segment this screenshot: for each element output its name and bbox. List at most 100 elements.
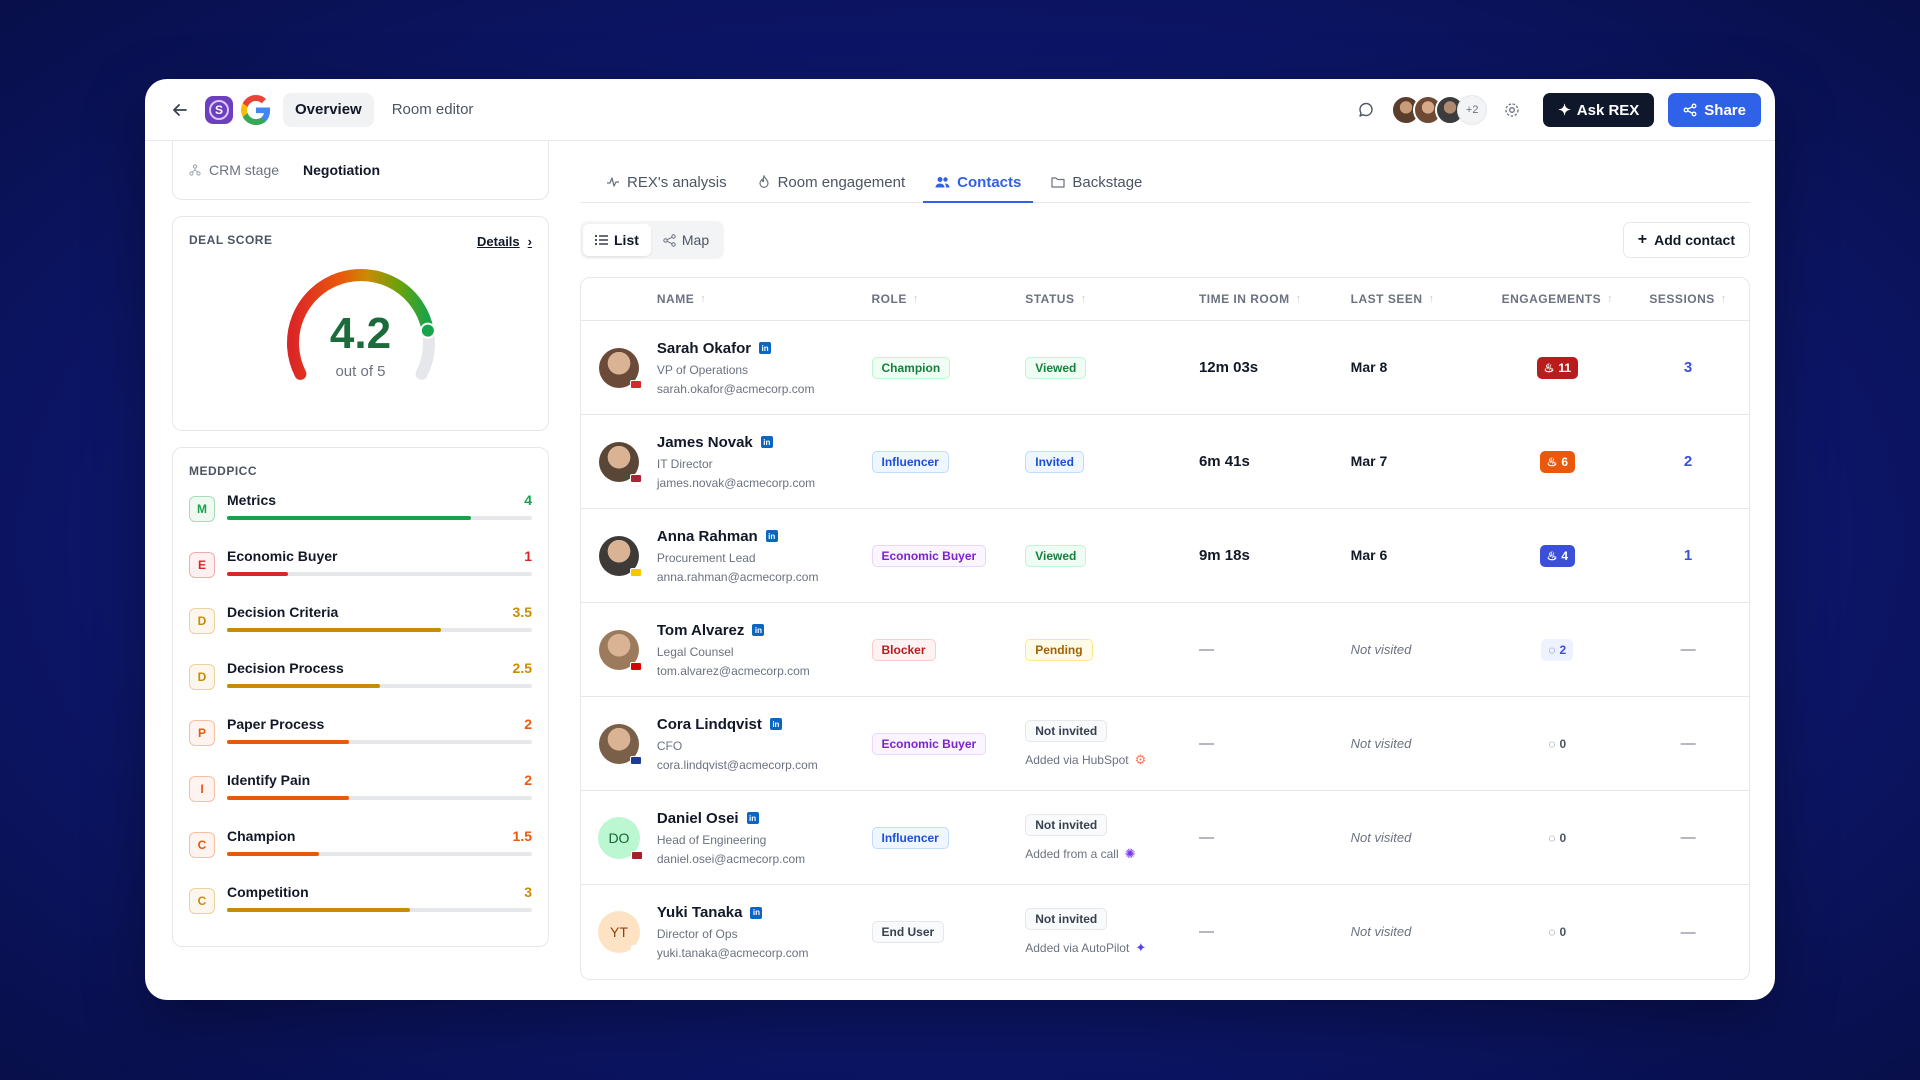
linkedin-icon[interactable]: in: [759, 342, 772, 354]
contact-name[interactable]: James Novak: [657, 434, 753, 451]
table-row[interactable]: Anna Rahman in Procurement Lead anna.rah…: [581, 509, 1749, 603]
status-badge: Pending: [1025, 638, 1093, 661]
country-flag-icon: [629, 567, 642, 577]
engagement-badge[interactable]: ♨ 6: [1539, 450, 1576, 473]
tab-contacts[interactable]: Contacts: [923, 162, 1034, 203]
contact-name[interactable]: Sarah Okafor: [657, 340, 751, 357]
list-view-button[interactable]: List: [583, 224, 651, 256]
collaborator-avatars[interactable]: +2: [1391, 95, 1488, 125]
engagement-badge[interactable]: ◌ 0: [1541, 921, 1573, 943]
status-cell: Not invited Added via AutoPilot ✦: [1025, 908, 1199, 956]
country-flag-icon: [630, 945, 643, 954]
add-contact-button[interactable]: + Add contact: [1622, 222, 1750, 258]
time-cell: —: [1199, 735, 1351, 753]
table-row[interactable]: YT Yuki Tanaka in Director of Ops yuki.t…: [581, 885, 1749, 979]
column-header-name[interactable]: NAME ↑: [657, 292, 872, 306]
table-row[interactable]: Cora Lindqvist in CFO cora.lindqvist@acm…: [581, 697, 1749, 791]
linkedin-icon[interactable]: in: [746, 812, 759, 824]
sessions-count[interactable]: 1: [1684, 547, 1692, 564]
column-header-last-seen[interactable]: LAST SEEN ↑: [1351, 292, 1488, 306]
meddpicc-row[interactable]: M Metrics 4: [189, 490, 532, 546]
tab-backstage[interactable]: Backstage: [1039, 162, 1154, 202]
engagement-badge[interactable]: ◌ 0: [1541, 733, 1573, 755]
table-row[interactable]: DO Daniel Osei in Head of Engineering da…: [581, 791, 1749, 885]
role-badge[interactable]: Blocker: [871, 638, 936, 661]
deal-score-card: DEAL SCORE Details › 4.2 out of 5: [172, 216, 549, 431]
avatar: [598, 629, 642, 671]
tab-rex-analysis[interactable]: REX's analysis: [594, 162, 739, 202]
column-header-role[interactable]: ROLE ↑: [872, 292, 1026, 306]
share-button[interactable]: Share: [1668, 93, 1761, 127]
meddpicc-row[interactable]: C Competition 3: [189, 882, 532, 938]
flame-outline-icon: ◌: [1548, 925, 1556, 939]
engagements-cell: ◌ 0: [1487, 921, 1627, 943]
linkedin-icon[interactable]: in: [769, 718, 782, 730]
meddpicc-progress-track: [227, 796, 532, 800]
role-badge[interactable]: End User: [871, 921, 945, 943]
contact-name[interactable]: Cora Lindqvist: [657, 716, 762, 733]
time-in-room: 12m 03s: [1198, 358, 1259, 376]
meddpicc-row[interactable]: P Paper Process 2: [189, 714, 532, 770]
meddpicc-list: M Metrics 4 E Economic Buyer 1 D Decisio…: [189, 490, 532, 938]
linkedin-icon[interactable]: in: [760, 436, 773, 448]
role-badge[interactable]: Economic Buyer: [871, 732, 987, 755]
role-badge[interactable]: Influencer: [871, 826, 949, 849]
contact-name[interactable]: Anna Rahman: [657, 528, 758, 545]
meddpicc-row[interactable]: I Identify Pain 2: [189, 770, 532, 826]
column-header-engagements[interactable]: ENGAGEMENTS ↑: [1487, 292, 1627, 306]
sessions-count[interactable]: 3: [1684, 359, 1692, 376]
comment-icon[interactable]: [1351, 95, 1381, 125]
contact-name[interactable]: Tom Alvarez: [657, 622, 745, 639]
table-row[interactable]: Tom Alvarez in Legal Counsel tom.alvarez…: [581, 603, 1749, 697]
linkedin-icon[interactable]: in: [750, 906, 763, 919]
engagement-badge[interactable]: ◌ 2: [1541, 638, 1574, 661]
linkedin-icon[interactable]: in: [752, 624, 765, 636]
contact-title: CFO: [656, 738, 683, 753]
back-arrow-icon[interactable]: [167, 97, 193, 123]
engagement-badge[interactable]: ◌ 0: [1541, 827, 1573, 849]
meddpicc-progress-fill: [227, 516, 471, 520]
meddpicc-row[interactable]: C Champion 1.5: [189, 826, 532, 882]
contact-title: Head of Engineering: [656, 832, 767, 847]
column-header-time-in-room[interactable]: TIME IN ROOM ↑: [1199, 292, 1351, 306]
details-link[interactable]: Details ›: [477, 234, 532, 249]
column-header-sessions[interactable]: SESSIONS ↑: [1627, 292, 1749, 306]
role-badge[interactable]: Influencer: [871, 450, 949, 473]
tab-room-engagement[interactable]: Room engagement: [745, 162, 918, 202]
avatar-cell: YT: [581, 911, 657, 954]
column-header-status[interactable]: STATUS ↑: [1025, 292, 1199, 306]
avatar-cell: [581, 441, 657, 483]
role-badge[interactable]: Economic Buyer: [871, 544, 987, 567]
flame-icon: ♨: [1546, 454, 1558, 469]
name-cell: Sarah Okafor in VP of Operations sarah.o…: [657, 340, 872, 396]
meddpicc-row[interactable]: D Decision Criteria 3.5: [189, 602, 532, 658]
status-cell: Not invited Added via HubSpot ⚙: [1025, 719, 1199, 768]
meddpicc-progress-track: [227, 684, 532, 688]
column-label: STATUS: [1025, 292, 1075, 306]
tab-label: Contacts: [957, 173, 1022, 191]
gear-icon[interactable]: [1499, 97, 1525, 123]
meddpicc-row[interactable]: E Economic Buyer 1: [189, 546, 532, 602]
meddpicc-label: Decision Process: [227, 660, 344, 676]
map-view-button[interactable]: Map: [651, 224, 721, 256]
contact-name[interactable]: Yuki Tanaka: [657, 904, 743, 921]
app-window: S Overview Room editor +2 ✦ Ask REX Shar…: [145, 79, 1775, 1000]
contact-name[interactable]: Daniel Osei: [657, 810, 739, 827]
table-row[interactable]: Sarah Okafor in VP of Operations sarah.o…: [581, 321, 1749, 415]
contact-email: daniel.osei@acmecorp.com: [656, 851, 806, 866]
table-row[interactable]: James Novak in IT Director james.novak@a…: [581, 415, 1749, 509]
role-cell: Economic Buyer: [871, 544, 1026, 567]
meddpicc-row[interactable]: D Decision Process 2.5: [189, 658, 532, 714]
role-badge[interactable]: Champion: [871, 356, 951, 379]
deal-score-out-of: out of 5: [335, 363, 386, 380]
name-cell: Cora Lindqvist in CFO cora.lindqvist@acm…: [657, 716, 872, 772]
sessions-count[interactable]: 2: [1684, 453, 1692, 470]
linkedin-icon[interactable]: in: [765, 530, 778, 542]
engagement-badge[interactable]: ♨ 11: [1536, 356, 1579, 379]
ask-rex-button[interactable]: ✦ Ask REX: [1543, 93, 1655, 127]
engagement-badge[interactable]: ♨ 4: [1539, 544, 1576, 567]
tab-room-editor[interactable]: Room editor: [380, 93, 486, 127]
meddpicc-progress-track: [227, 852, 532, 856]
meddpicc-progress-fill: [227, 740, 349, 744]
tab-overview[interactable]: Overview: [283, 92, 374, 127]
